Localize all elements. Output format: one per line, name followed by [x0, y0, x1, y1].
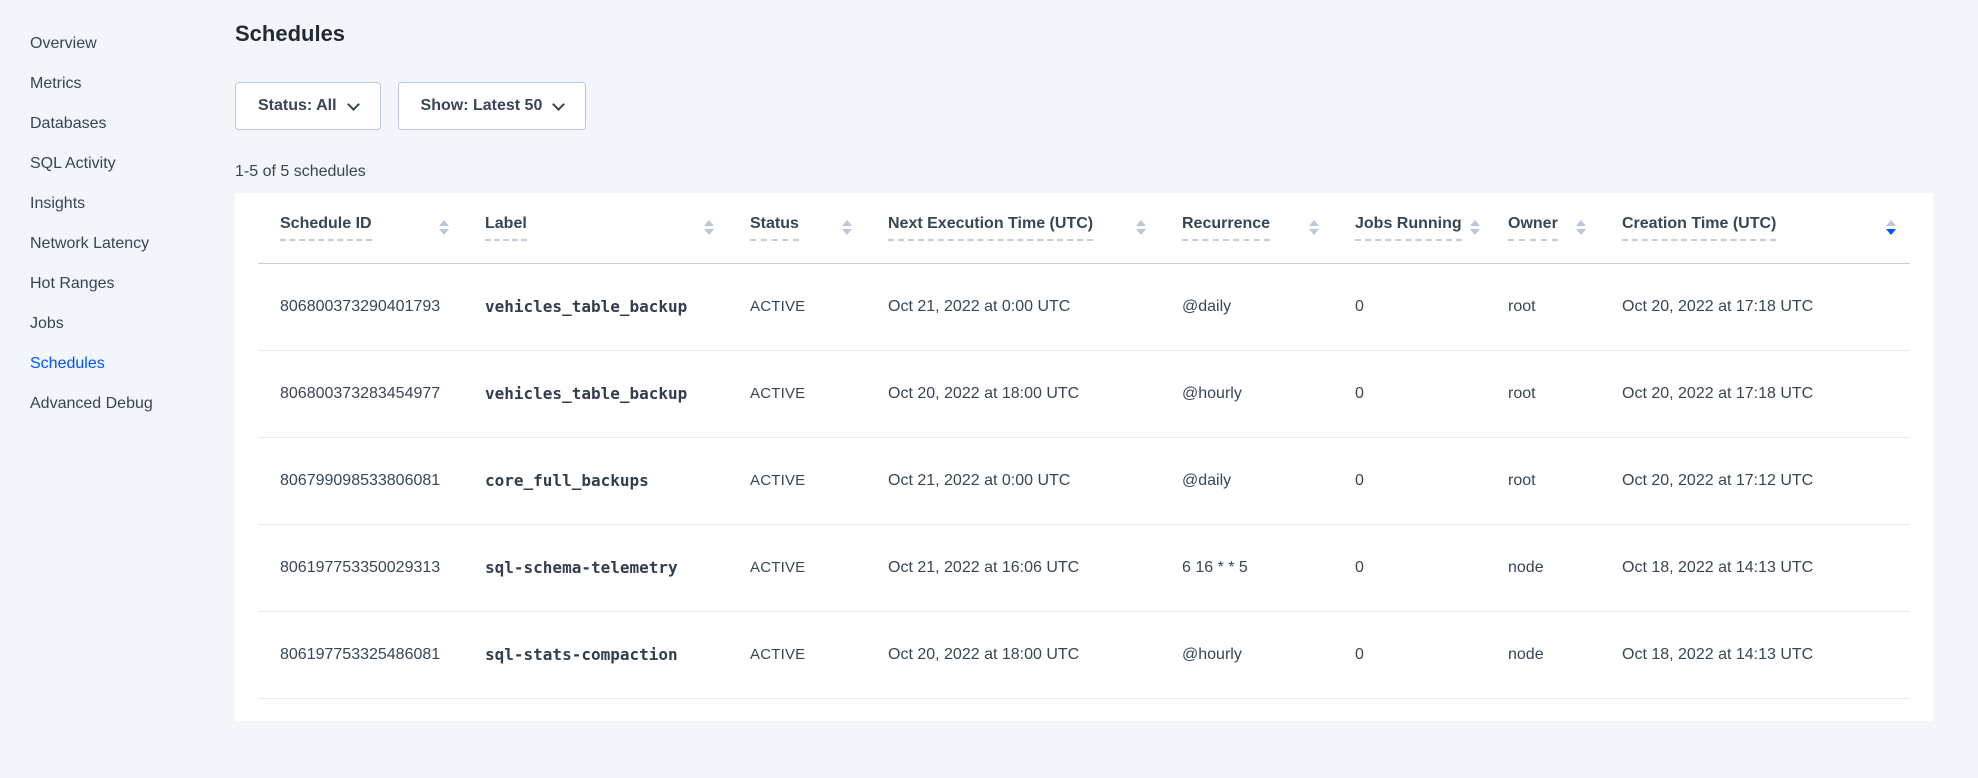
cell-next-execution: Oct 21, 2022 at 0:00 UTC [866, 263, 1160, 350]
cell-creation-time: Oct 18, 2022 at 14:13 UTC [1600, 611, 1910, 698]
cell-schedule-id: 806197753350029313 [258, 524, 463, 611]
schedules-table-card: Schedule ID Label Status Next Execution Tim… [235, 193, 1933, 721]
sort-arrows-icon[interactable] [439, 220, 449, 235]
app-layout: OverviewMetricsDatabasesSQL ActivityInsi… [0, 0, 1978, 778]
cell-next-execution: Oct 20, 2022 at 18:00 UTC [866, 350, 1160, 437]
cell-schedule-id: 806197753325486081 [258, 611, 463, 698]
cell-schedule-id: 806799098533806081 [258, 437, 463, 524]
cell-next-execution: Oct 20, 2022 at 18:00 UTC [866, 611, 1160, 698]
cell-owner: root [1486, 263, 1600, 350]
column-label: Jobs Running [1355, 215, 1462, 241]
page-title: Schedules [235, 20, 1933, 48]
sort-arrows-icon[interactable] [1470, 220, 1480, 235]
sort-arrows-icon[interactable] [1886, 220, 1896, 235]
cell-schedule-id: 806800373290401793 [258, 263, 463, 350]
cell-creation-time: Oct 20, 2022 at 17:18 UTC [1600, 263, 1910, 350]
column-header-owner[interactable]: Owner [1486, 193, 1600, 263]
sort-arrows-icon[interactable] [842, 220, 852, 235]
cell-status: ACTIVE [728, 350, 866, 437]
sidebar-item-hot-ranges[interactable]: Hot Ranges [30, 264, 235, 304]
cell-creation-time: Oct 20, 2022 at 17:18 UTC [1600, 350, 1910, 437]
column-label: Schedule ID [280, 215, 372, 241]
main-content: Schedules Status: All Show: Latest 50 1-… [235, 0, 1978, 778]
cell-owner: node [1486, 611, 1600, 698]
cell-label: sql-stats-compaction [463, 611, 728, 698]
sort-arrows-icon[interactable] [704, 220, 714, 235]
chevron-down-icon [552, 98, 565, 111]
column-header-creation-time-utc-[interactable]: Creation Time (UTC) [1600, 193, 1910, 263]
schedules-table: Schedule ID Label Status Next Execution Tim… [258, 193, 1910, 699]
table-body: 806800373290401793vehicles_table_backupA… [258, 263, 1910, 698]
cell-owner: root [1486, 437, 1600, 524]
cell-status: ACTIVE [728, 611, 866, 698]
column-header-jobs-running[interactable]: Jobs Running [1333, 193, 1486, 263]
cell-schedule-id: 806800373283454977 [258, 350, 463, 437]
show-filter-label: Show: Latest 50 [421, 97, 543, 115]
sidebar-item-insights[interactable]: Insights [30, 184, 235, 224]
column-header-label[interactable]: Label [463, 193, 728, 263]
status-filter-dropdown[interactable]: Status: All [235, 82, 381, 130]
cell-recurrence: @hourly [1160, 350, 1333, 437]
cell-creation-time: Oct 20, 2022 at 17:12 UTC [1600, 437, 1910, 524]
cell-status: ACTIVE [728, 437, 866, 524]
cell-status: ACTIVE [728, 524, 866, 611]
sidebar-item-jobs[interactable]: Jobs [30, 304, 235, 344]
table-row: 806800373290401793vehicles_table_backupA… [258, 263, 1910, 350]
table-row: 806197753350029313sql-schema-telemetryAC… [258, 524, 1910, 611]
column-label: Owner [1508, 215, 1558, 241]
cell-recurrence: 6 16 * * 5 [1160, 524, 1333, 611]
column-label: Next Execution Time (UTC) [888, 215, 1093, 241]
cell-next-execution: Oct 21, 2022 at 0:00 UTC [866, 437, 1160, 524]
cell-label: core_full_backups [463, 437, 728, 524]
cell-owner: node [1486, 524, 1600, 611]
cell-next-execution: Oct 21, 2022 at 16:06 UTC [866, 524, 1160, 611]
sidebar-item-databases[interactable]: Databases [30, 104, 235, 144]
cell-label: sql-schema-telemetry [463, 524, 728, 611]
sidebar-item-network-latency[interactable]: Network Latency [30, 224, 235, 264]
cell-owner: root [1486, 350, 1600, 437]
status-filter-label: Status: All [258, 97, 337, 115]
cell-jobs-running: 0 [1333, 524, 1486, 611]
column-header-schedule-id[interactable]: Schedule ID [258, 193, 463, 263]
table-row: 806800373283454977vehicles_table_backupA… [258, 350, 1910, 437]
show-filter-dropdown[interactable]: Show: Latest 50 [398, 82, 587, 130]
cell-status: ACTIVE [728, 263, 866, 350]
filter-bar: Status: All Show: Latest 50 [235, 82, 1933, 130]
sidebar-item-sql-activity[interactable]: SQL Activity [30, 144, 235, 184]
cell-jobs-running: 0 [1333, 611, 1486, 698]
cell-jobs-running: 0 [1333, 437, 1486, 524]
cell-recurrence: @daily [1160, 437, 1333, 524]
column-header-next-execution-time-utc-[interactable]: Next Execution Time (UTC) [866, 193, 1160, 263]
sort-arrows-icon[interactable] [1576, 220, 1586, 235]
chevron-down-icon [347, 98, 360, 111]
column-label: Recurrence [1182, 215, 1270, 241]
sort-arrows-icon[interactable] [1309, 220, 1319, 235]
sort-arrows-icon[interactable] [1136, 220, 1146, 235]
column-label: Label [485, 215, 527, 241]
column-label: Creation Time (UTC) [1622, 215, 1776, 241]
cell-recurrence: @hourly [1160, 611, 1333, 698]
table-header-row: Schedule ID Label Status Next Execution Tim… [258, 193, 1910, 263]
cell-jobs-running: 0 [1333, 263, 1486, 350]
sidebar-nav: OverviewMetricsDatabasesSQL ActivityInsi… [0, 0, 235, 778]
sidebar-item-advanced-debug[interactable]: Advanced Debug [30, 384, 235, 424]
sidebar-item-schedules[interactable]: Schedules [30, 344, 235, 384]
table-row: 806799098533806081core_full_backupsACTIV… [258, 437, 1910, 524]
table-header: Schedule ID Label Status Next Execution Tim… [258, 193, 1910, 263]
cell-recurrence: @daily [1160, 263, 1333, 350]
results-count: 1-5 of 5 schedules [235, 163, 1933, 185]
cell-creation-time: Oct 18, 2022 at 14:13 UTC [1600, 524, 1910, 611]
sidebar-item-metrics[interactable]: Metrics [30, 64, 235, 104]
cell-jobs-running: 0 [1333, 350, 1486, 437]
column-label: Status [750, 215, 799, 241]
cell-label: vehicles_table_backup [463, 350, 728, 437]
table-row: 806197753325486081sql-stats-compactionAC… [258, 611, 1910, 698]
column-header-recurrence[interactable]: Recurrence [1160, 193, 1333, 263]
cell-label: vehicles_table_backup [463, 263, 728, 350]
column-header-status[interactable]: Status [728, 193, 866, 263]
sidebar-item-overview[interactable]: Overview [30, 24, 235, 64]
